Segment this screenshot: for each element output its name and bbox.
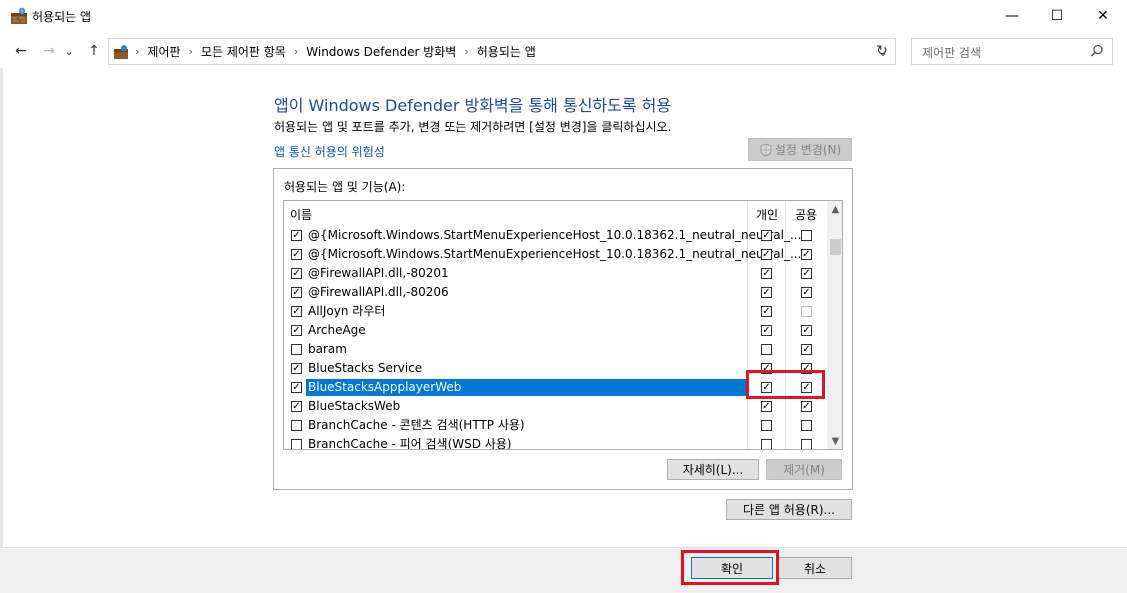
app-row[interactable]: ✓ BlueStacksWeb ✓ ✓ [284, 397, 827, 416]
app-name: BlueStacks Service [308, 361, 423, 375]
private-network-checkbox[interactable]: ✓ [761, 249, 772, 260]
app-name: @FirewallAPI.dll,-80201 [308, 266, 449, 280]
app-name: AllJoyn 라우터 [308, 304, 386, 318]
column-header-name[interactable]: 이름 [290, 206, 312, 223]
app-name: @{Microsoft.Windows.StartMenuExperienceH… [308, 228, 802, 242]
left-window-edge [0, 68, 3, 593]
close-button[interactable]: ✕ [1080, 0, 1126, 32]
address-bar[interactable]: › 제어판 › 모든 제어판 항목 › Windows Defender 방화벽… [108, 38, 896, 65]
column-header-private[interactable]: 개인 [749, 206, 785, 223]
private-network-checkbox[interactable] [761, 344, 772, 355]
app-name: @{Microsoft.Windows.StartMenuExperienceH… [308, 247, 802, 261]
private-network-checkbox[interactable]: ✓ [761, 230, 772, 241]
breadcrumb-firewall[interactable]: Windows Defender 방화벽 [306, 43, 456, 60]
app-enabled-checkbox[interactable]: ✓ [291, 401, 302, 412]
app-row[interactable]: ✓ @{Microsoft.Windows.StartMenuExperience… [284, 226, 827, 245]
back-button[interactable]: ← [10, 40, 32, 62]
app-name: BranchCache - 피어 검색(WSD 사용) [308, 437, 512, 450]
private-network-checkbox[interactable]: ✓ [761, 401, 772, 412]
breadcrumb-allowed-apps[interactable]: 허용되는 앱 [477, 43, 536, 60]
app-row[interactable]: ✓ @FirewallAPI.dll,-80206 ✓ ✓ [284, 283, 827, 302]
page-heading: 앱이 Windows Defender 방화벽을 통해 통신하도록 허용 [274, 96, 672, 115]
public-network-checkbox[interactable]: ✓ [801, 268, 812, 279]
private-network-checkbox[interactable]: ✓ [761, 268, 772, 279]
cancel-button[interactable]: 취소 [778, 557, 852, 579]
allowed-apps-label: 허용되는 앱 및 기능(A): [284, 180, 406, 194]
app-name: @FirewallAPI.dll,-80206 [308, 285, 449, 299]
app-enabled-checkbox[interactable]: ✓ [291, 363, 302, 374]
app-row[interactable]: ✓ AllJoyn 라우터 ✓ [284, 302, 827, 321]
app-name: BlueStacksAppplayerWeb [306, 379, 746, 396]
app-enabled-checkbox[interactable]: ✓ [291, 382, 302, 393]
app-enabled-checkbox[interactable] [291, 420, 302, 431]
public-network-checkbox[interactable]: ✓ [801, 249, 812, 260]
remove-button[interactable]: 제거(M) [766, 459, 842, 480]
app-enabled-checkbox[interactable]: ✓ [291, 287, 302, 298]
column-header-public[interactable]: 공용 [787, 206, 825, 223]
app-row[interactable]: BranchCache - 콘텐츠 검색(HTTP 사용) [284, 416, 827, 435]
allowed-apps-list[interactable]: 이름 개인 공용 ✓ @{Microsoft.Windows.StartMenuE… [283, 200, 843, 450]
app-row[interactable]: baram ✓ [284, 340, 827, 359]
app-enabled-checkbox[interactable]: ✓ [291, 249, 302, 260]
list-header: 이름 개인 공용 [284, 201, 827, 225]
private-network-checkbox[interactable] [761, 420, 772, 431]
control-panel-icon [113, 44, 129, 60]
list-scrollbar[interactable]: ▲ ▼ [827, 201, 842, 449]
private-network-checkbox[interactable]: ✓ [761, 325, 772, 336]
public-network-checkbox[interactable]: ✓ [801, 401, 812, 412]
app-enabled-checkbox[interactable] [291, 344, 302, 355]
highlight-ok-box [681, 550, 779, 585]
app-enabled-checkbox[interactable]: ✓ [291, 268, 302, 279]
app-row[interactable]: ✓ ArcheAge ✓ ✓ [284, 321, 827, 340]
allow-another-app-button[interactable]: 다른 앱 허용(R)... [726, 499, 852, 520]
public-network-checkbox[interactable] [801, 230, 812, 241]
app-enabled-checkbox[interactable]: ✓ [291, 230, 302, 241]
highlight-checkboxes-box [746, 370, 825, 399]
window-title: 허용되는 앱 [32, 10, 92, 24]
app-enabled-checkbox[interactable] [291, 439, 302, 449]
scroll-down-arrow-icon[interactable]: ▼ [827, 433, 842, 449]
firewall-app-icon [10, 7, 28, 25]
app-name: BlueStacksWeb [308, 399, 401, 413]
private-network-checkbox[interactable]: ✓ [761, 287, 772, 298]
app-row[interactable]: BranchCache - 피어 검색(WSD 사용) [284, 435, 827, 450]
dialog-footer [0, 547, 1127, 593]
private-network-checkbox[interactable]: ✓ [761, 306, 772, 317]
app-enabled-checkbox[interactable]: ✓ [291, 306, 302, 317]
minimize-button[interactable]: — [989, 0, 1035, 32]
app-row[interactable]: ✓ @FirewallAPI.dll,-80201 ✓ ✓ [284, 264, 827, 283]
maximize-button[interactable]: ☐ [1034, 0, 1080, 32]
public-network-checkbox[interactable]: ✓ [801, 287, 812, 298]
search-icon[interactable] [1090, 44, 1104, 61]
refresh-button[interactable]: ↻ [871, 40, 893, 62]
change-settings-label: 설정 변경(N) [774, 143, 842, 157]
public-network-checkbox[interactable] [801, 439, 812, 449]
recent-locations-dropdown[interactable]: ⌄ [62, 40, 76, 62]
title-bar: 허용되는 앱 — ☐ ✕ [0, 0, 1127, 32]
breadcrumb-control-panel[interactable]: 제어판 [147, 43, 180, 60]
app-name: BranchCache - 콘텐츠 검색(HTTP 사용) [308, 418, 525, 432]
app-enabled-checkbox[interactable]: ✓ [291, 325, 302, 336]
breadcrumb-all-items[interactable]: 모든 제어판 항목 [201, 43, 286, 60]
forward-button[interactable]: → [38, 40, 60, 62]
app-row[interactable]: ✓ @{Microsoft.Windows.StartMenuExperience… [284, 245, 827, 264]
scroll-up-arrow-icon[interactable]: ▲ [827, 201, 842, 218]
public-network-checkbox[interactable]: ✓ [801, 325, 812, 336]
instructions-text: 허용되는 앱 및 포트를 추가, 변경 또는 제거하려면 [설정 변경]을 클릭… [274, 120, 672, 134]
public-network-checkbox[interactable] [801, 420, 812, 431]
scrollbar-thumb[interactable] [830, 239, 841, 255]
public-network-checkbox[interactable] [801, 306, 812, 317]
change-settings-button[interactable]: 설정 변경(N) [748, 138, 852, 161]
details-button[interactable]: 자세히(L)... [667, 459, 759, 480]
public-network-checkbox[interactable]: ✓ [801, 344, 812, 355]
search-box[interactable]: 제어판 검색 [911, 38, 1113, 65]
uac-shield-icon [759, 143, 773, 157]
risk-info-link[interactable]: 앱 통신 허용의 위험성 [274, 143, 385, 160]
app-name: baram [308, 342, 347, 356]
up-button[interactable]: ↑ [83, 40, 105, 62]
app-name: ArcheAge [308, 323, 366, 337]
search-input[interactable]: 제어판 검색 [922, 44, 981, 61]
private-network-checkbox[interactable] [761, 439, 772, 449]
